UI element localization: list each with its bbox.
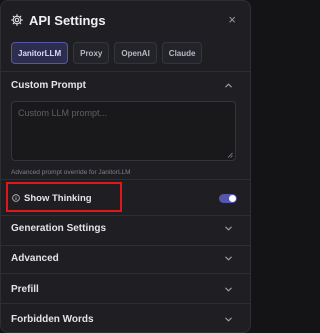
panel-title: API Settings bbox=[29, 13, 106, 28]
advanced-label[interactable]: Advanced bbox=[11, 253, 59, 264]
custom-prompt-textarea[interactable]: Custom LLM prompt... bbox=[11, 101, 236, 161]
forbidden-words-label[interactable]: Forbidden Words bbox=[11, 314, 94, 325]
chevron-down-icon[interactable] bbox=[224, 285, 233, 294]
provider-tabs: JanitorLLM Proxy OpenAI Claude bbox=[11, 42, 203, 64]
show-thinking-highlight bbox=[6, 182, 122, 212]
panel-header: API Settings × bbox=[1, 1, 250, 39]
show-thinking-toggle[interactable] bbox=[219, 194, 237, 203]
tab-janitorllm[interactable]: JanitorLLM bbox=[11, 42, 69, 64]
chevron-down-icon[interactable] bbox=[224, 254, 233, 263]
api-settings-panel: API Settings × JanitorLLM Proxy OpenAI C… bbox=[0, 0, 251, 333]
toggle-knob bbox=[229, 195, 236, 202]
prefill-label[interactable]: Prefill bbox=[11, 284, 39, 295]
chevron-down-icon[interactable] bbox=[224, 224, 233, 233]
gear-icon bbox=[11, 14, 23, 26]
tab-claude[interactable]: Claude bbox=[161, 42, 203, 64]
generation-settings-label[interactable]: Generation Settings bbox=[11, 223, 106, 234]
resize-grip-icon[interactable] bbox=[227, 152, 233, 158]
custom-prompt-placeholder: Custom LLM prompt... bbox=[18, 108, 108, 118]
custom-prompt-helper: Advanced prompt override for JanitorLLM bbox=[11, 169, 131, 176]
tab-proxy[interactable]: Proxy bbox=[73, 42, 110, 64]
chevron-up-icon[interactable] bbox=[224, 81, 233, 90]
chevron-down-icon[interactable] bbox=[224, 315, 233, 324]
tab-openai[interactable]: OpenAI bbox=[114, 42, 157, 64]
custom-prompt-label[interactable]: Custom Prompt bbox=[11, 80, 86, 91]
close-icon[interactable]: × bbox=[228, 12, 236, 27]
